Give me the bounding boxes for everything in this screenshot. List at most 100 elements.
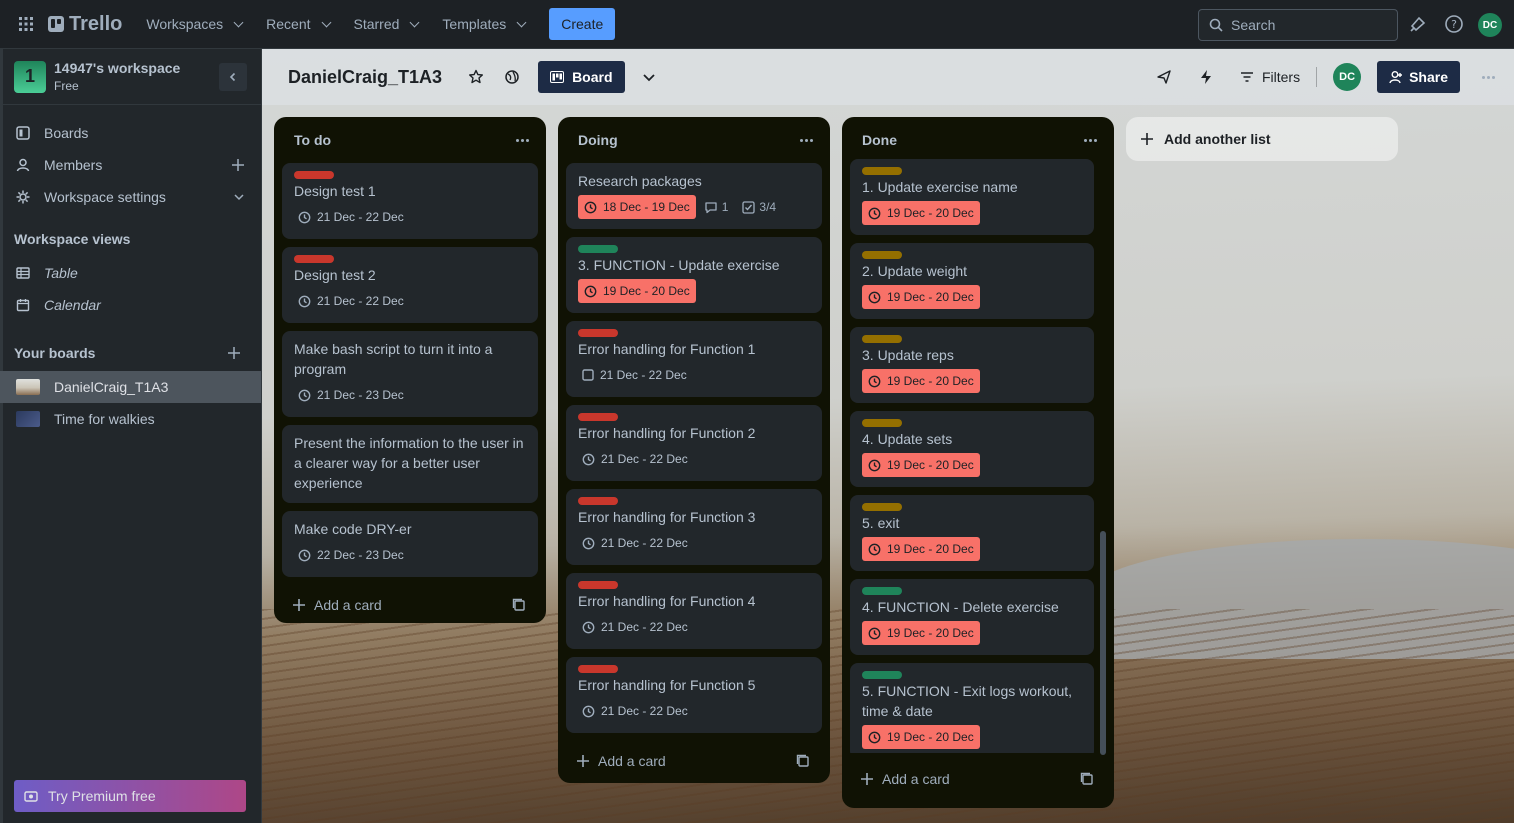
card-label[interactable] xyxy=(578,497,618,505)
menu-starred[interactable]: Starred xyxy=(344,10,429,38)
menu-workspaces[interactable]: Workspaces xyxy=(136,10,252,38)
due-date-badge[interactable]: 19 Dec - 20 Dec xyxy=(862,453,980,477)
sidebar-item-boards[interactable]: Boards xyxy=(0,117,261,149)
card-label[interactable] xyxy=(862,503,902,511)
card[interactable]: 3. FUNCTION - Update exercise 19 Dec - 20… xyxy=(566,237,822,313)
try-premium-button[interactable]: Try Premium free xyxy=(14,780,246,812)
workspace-name[interactable]: 14947's workspace xyxy=(54,60,180,76)
due-date-badge[interactable]: 21 Dec - 23 Dec xyxy=(294,383,408,407)
due-date-badge[interactable]: 21 Dec - 22 Dec xyxy=(578,447,692,471)
card[interactable]: 5. exit 19 Dec - 20 Dec xyxy=(850,495,1094,571)
sidebar-item-workspace-settings[interactable]: Workspace settings xyxy=(0,181,261,213)
sidebar-item-calendar[interactable]: Calendar xyxy=(0,289,261,321)
collapse-sidebar-button[interactable] xyxy=(219,62,247,91)
list-title[interactable]: Done xyxy=(862,132,897,148)
due-date-badge[interactable]: 18 Dec - 19 Dec xyxy=(578,195,696,219)
board-menu-button[interactable] xyxy=(1476,75,1500,79)
card-template-icon[interactable] xyxy=(512,598,526,612)
card-label[interactable] xyxy=(862,167,902,175)
card-label[interactable] xyxy=(578,665,618,673)
card-label[interactable] xyxy=(294,255,334,263)
visibility-button[interactable] xyxy=(500,65,524,89)
menu-recent[interactable]: Recent xyxy=(256,10,339,38)
card[interactable]: Design test 1 21 Dec - 22 Dec xyxy=(282,163,538,239)
due-date-badge[interactable]: 21 Dec - 22 Dec xyxy=(578,615,692,639)
card[interactable]: 3. Update reps 19 Dec - 20 Dec xyxy=(850,327,1094,403)
star-board-button[interactable] xyxy=(464,65,488,89)
card[interactable]: 5. FUNCTION - Exit logs workout, time & … xyxy=(850,663,1094,753)
due-date-badge[interactable]: 19 Dec - 20 Dec xyxy=(862,537,980,561)
card-label[interactable] xyxy=(578,413,618,421)
due-date-badge[interactable]: 22 Dec - 23 Dec xyxy=(294,543,408,567)
sidebar-board-time-for-walkies[interactable]: Time for walkies xyxy=(0,403,261,435)
due-date-badge[interactable]: 21 Dec - 22 Dec xyxy=(578,363,691,387)
card[interactable]: Error handling for Function 4 21 Dec - 22… xyxy=(566,573,822,649)
list-menu-button[interactable] xyxy=(794,138,818,142)
card[interactable]: 1. Update exercise name 19 Dec - 20 Dec xyxy=(850,159,1094,235)
list-menu-button[interactable] xyxy=(510,138,534,142)
list-menu-button[interactable] xyxy=(1078,138,1102,142)
done-scroll-area[interactable]: 1. Update exercise name 19 Dec - 20 Dec 2.… xyxy=(850,159,1106,753)
views-dropdown-button[interactable] xyxy=(637,65,661,89)
due-date-badge[interactable]: 19 Dec - 20 Dec xyxy=(862,285,980,309)
sidebar-item-table[interactable]: Table xyxy=(0,257,261,289)
add-board-icon[interactable] xyxy=(227,346,241,360)
add-another-list-button[interactable]: Add another list xyxy=(1126,117,1398,161)
app-switcher-icon[interactable] xyxy=(12,10,40,38)
list-title[interactable]: To do xyxy=(294,132,331,148)
due-date-badge[interactable]: 21 Dec - 22 Dec xyxy=(294,205,408,229)
notifications-icon[interactable] xyxy=(1408,14,1428,34)
card-label[interactable] xyxy=(294,171,334,179)
due-date-badge[interactable]: 19 Dec - 20 Dec xyxy=(862,201,980,225)
card[interactable]: Design test 2 21 Dec - 22 Dec xyxy=(282,247,538,323)
card-label[interactable] xyxy=(862,587,902,595)
due-date-badge[interactable]: 19 Dec - 20 Dec xyxy=(578,279,696,303)
checkbox-icon[interactable] xyxy=(582,369,594,381)
add-card-button[interactable]: Add a card xyxy=(566,741,822,781)
share-button[interactable]: Share xyxy=(1377,61,1460,93)
automation-icon[interactable] xyxy=(1198,69,1214,85)
card[interactable]: Make code DRY-er 22 Dec - 23 Dec xyxy=(282,511,538,577)
due-date-badge[interactable]: 21 Dec - 22 Dec xyxy=(294,289,408,313)
card[interactable]: Make bash script to turn it into a progr… xyxy=(282,331,538,417)
due-date-badge[interactable]: 21 Dec - 22 Dec xyxy=(578,699,692,723)
card-label[interactable] xyxy=(578,581,618,589)
card-label[interactable] xyxy=(862,419,902,427)
card-label[interactable] xyxy=(862,671,902,679)
sidebar-item-members[interactable]: Members xyxy=(0,149,261,181)
due-date-badge[interactable]: 19 Dec - 20 Dec xyxy=(862,725,980,749)
help-icon[interactable]: ? xyxy=(1444,14,1464,34)
card[interactable]: 4. FUNCTION - Delete exercise 19 Dec - 20… xyxy=(850,579,1094,655)
board-member-avatar[interactable]: DC xyxy=(1333,63,1362,91)
card[interactable]: Error handling for Function 2 21 Dec - 22… xyxy=(566,405,822,481)
card-label[interactable] xyxy=(578,329,618,337)
card-label[interactable] xyxy=(862,251,902,259)
menu-templates[interactable]: Templates xyxy=(432,10,535,38)
user-avatar[interactable]: DC xyxy=(1478,13,1502,37)
add-card-button[interactable]: Add a card xyxy=(282,585,538,625)
filters-button[interactable]: Filters xyxy=(1240,69,1300,85)
create-button[interactable]: Create xyxy=(549,8,616,40)
sidebar-board-danielcraig[interactable]: DanielCraig_T1A3 xyxy=(0,371,261,403)
board-view-button[interactable]: Board xyxy=(538,61,625,93)
due-date-badge[interactable]: 19 Dec - 20 Dec xyxy=(862,621,980,645)
card[interactable]: Research packages 18 Dec - 19 Dec 1 3/4 xyxy=(566,163,822,229)
done-list-scrollbar[interactable] xyxy=(1100,531,1106,755)
trello-logo[interactable]: Trello xyxy=(48,13,122,36)
card[interactable]: Error handling for Function 3 21 Dec - 22… xyxy=(566,489,822,565)
card-template-icon[interactable] xyxy=(1080,772,1094,786)
card[interactable]: Present the information to the user in a… xyxy=(282,425,538,503)
card[interactable]: 4. Update sets 19 Dec - 20 Dec xyxy=(850,411,1094,487)
due-date-badge[interactable]: 21 Dec - 22 Dec xyxy=(578,531,692,555)
card-template-icon[interactable] xyxy=(796,754,810,768)
add-member-icon[interactable] xyxy=(231,158,245,172)
card[interactable]: Error handling for Function 5 21 Dec - 22… xyxy=(566,657,822,733)
card-label[interactable] xyxy=(862,335,902,343)
card-label[interactable] xyxy=(578,245,618,253)
search-input[interactable]: Search xyxy=(1198,9,1398,41)
list-title[interactable]: Doing xyxy=(578,132,618,148)
add-card-button[interactable]: Add a card xyxy=(850,759,1106,799)
due-date-badge[interactable]: 19 Dec - 20 Dec xyxy=(862,369,980,393)
board-title[interactable]: DanielCraig_T1A3 xyxy=(288,67,442,88)
power-ups-icon[interactable] xyxy=(1156,69,1172,85)
